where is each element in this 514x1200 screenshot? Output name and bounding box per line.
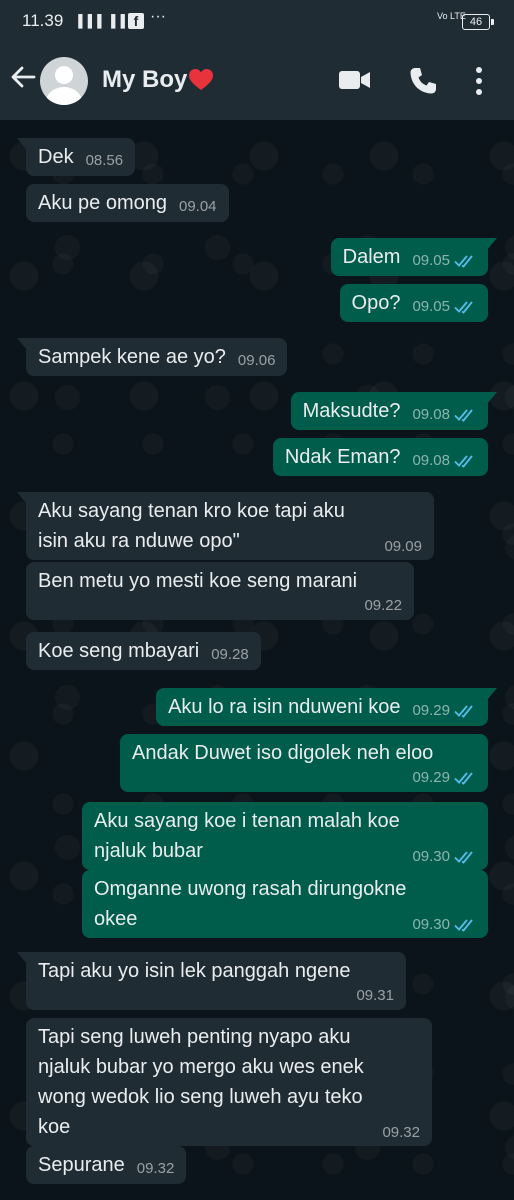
message-time: 09.32 [382, 1124, 420, 1141]
message-text: Opo? [351, 292, 401, 314]
message-time: 09.09 [384, 538, 422, 555]
message-line: koe [38, 1116, 71, 1138]
double-check-read-icon [454, 919, 473, 932]
message-incoming[interactable]: Aku pe omong 09.04 [26, 184, 229, 222]
double-check-read-icon [454, 455, 473, 468]
message-text: Sampek kene ae yo? [38, 346, 226, 368]
status-time: 11.39 [22, 11, 64, 30]
status-bar: 11.39 ▐▐▐ ▐▐▐ f ··· Vo LTE 46 [0, 0, 514, 40]
signal-icon: ▐▐▐ ▐▐▐ [74, 14, 136, 28]
message-time: 09.32 [136, 1160, 175, 1177]
message-time: 09.28 [211, 646, 249, 663]
message-text: Dek [38, 146, 74, 168]
message-time: 09.30 [412, 916, 450, 933]
message-line: Andak Duwet iso digolek neh eloo [132, 742, 434, 764]
message-outgoing[interactable]: Maksudte? 09.08 [290, 392, 498, 430]
message-line: okee [94, 908, 138, 930]
message-outgoing[interactable]: Aku lo ra isin nduweni koe 09.29 [156, 688, 497, 726]
message-line: Aku sayang tenan kro koe tapi aku [38, 500, 345, 522]
message-outgoing[interactable]: Omganne uwong rasah dirungokne okee 09.3… [82, 870, 488, 938]
message-line: wong wedok lio seng luweh ayu teko [38, 1086, 363, 1108]
message-line: Tapi aku yo isin lek panggah ngene [38, 960, 351, 982]
double-check-read-icon [454, 851, 473, 864]
message-outgoing[interactable]: Opo? 09.05 [339, 284, 488, 322]
contact-name[interactable]: My Boy [102, 66, 187, 94]
message-time: 09.31 [356, 987, 394, 1004]
message-line: njaluk bubar yo mergo aku wes enek [38, 1056, 364, 1078]
message-incoming[interactable]: Ben metu yo mesti koe seng marani 09.22 [26, 562, 414, 620]
facebook-notification-icon: f [128, 13, 144, 29]
message-text: Sepurane [38, 1154, 125, 1176]
message-line: Ben metu yo mesti koe seng marani [38, 570, 358, 592]
message-time: 09.08 [412, 452, 450, 469]
message-incoming[interactable]: Tapi aku yo isin lek panggah ngene 09.31 [17, 952, 406, 1010]
message-line: isin aku ra nduwe opo" [38, 530, 240, 552]
message-time: 09.22 [364, 597, 402, 614]
message-line: Tapi seng luweh penting nyapo aku [38, 1026, 351, 1048]
message-incoming[interactable]: Sepurane 09.32 [26, 1146, 187, 1184]
message-time: 09.29 [412, 769, 450, 786]
message-incoming[interactable]: Koe seng mbayari 09.28 [26, 632, 261, 670]
message-text: Aku pe omong [38, 192, 167, 214]
message-time: 08.56 [85, 152, 124, 169]
message-outgoing[interactable]: Dalem 09.05 [330, 238, 498, 276]
message-time: 09.04 [178, 198, 217, 215]
message-time: 09.05 [412, 252, 450, 269]
message-incoming[interactable]: Sampek kene ae yo? 09.06 [16, 338, 288, 376]
message-text: Maksudte? [302, 400, 401, 422]
message-time: 09.06 [237, 352, 276, 369]
phone-icon[interactable] [408, 66, 438, 96]
message-text: Aku lo ra isin nduweni koe [168, 696, 401, 718]
message-time: 09.30 [412, 848, 450, 865]
video-call-icon[interactable] [338, 68, 372, 92]
message-line: Omganne uwong rasah dirungokne [94, 878, 407, 900]
double-check-read-icon [454, 409, 473, 422]
message-incoming[interactable]: Tapi seng luweh penting nyapo aku njaluk… [26, 1018, 432, 1146]
double-check-read-icon [454, 705, 473, 718]
heart-icon [189, 69, 213, 90]
message-incoming[interactable]: Aku sayang tenan kro koe tapi aku isin a… [17, 492, 434, 560]
double-check-read-icon [454, 772, 473, 785]
more-notifications-icon: ··· [150, 8, 166, 25]
message-time: 09.05 [412, 298, 450, 315]
more-vertical-icon[interactable] [474, 66, 484, 96]
message-outgoing[interactable]: Ndak Eman? 09.08 [272, 438, 488, 476]
battery-indicator: 46 [462, 14, 494, 30]
chat-area[interactable]: Dek 08.56 Aku pe omong 09.04 Dalem 09.05… [0, 120, 514, 1200]
chat-header: My Boy [0, 40, 514, 120]
message-text: Ndak Eman? [284, 446, 401, 468]
message-text: Koe seng mbayari [38, 640, 200, 662]
message-text: Dalem [342, 246, 401, 268]
double-check-read-icon [454, 301, 473, 314]
avatar[interactable] [40, 57, 88, 105]
message-time: 09.29 [412, 702, 450, 719]
message-time: 09.08 [412, 406, 450, 423]
message-line: njaluk bubar [94, 840, 203, 862]
message-incoming[interactable]: Dek 08.56 [16, 138, 136, 176]
message-line: Aku sayang koe i tenan malah koe [94, 810, 400, 832]
double-check-read-icon [454, 255, 473, 268]
back-arrow-icon[interactable] [8, 62, 38, 92]
message-outgoing[interactable]: Andak Duwet iso digolek neh eloo 09.29 [120, 734, 488, 792]
message-outgoing[interactable]: Aku sayang koe i tenan malah koe njaluk … [82, 802, 488, 870]
